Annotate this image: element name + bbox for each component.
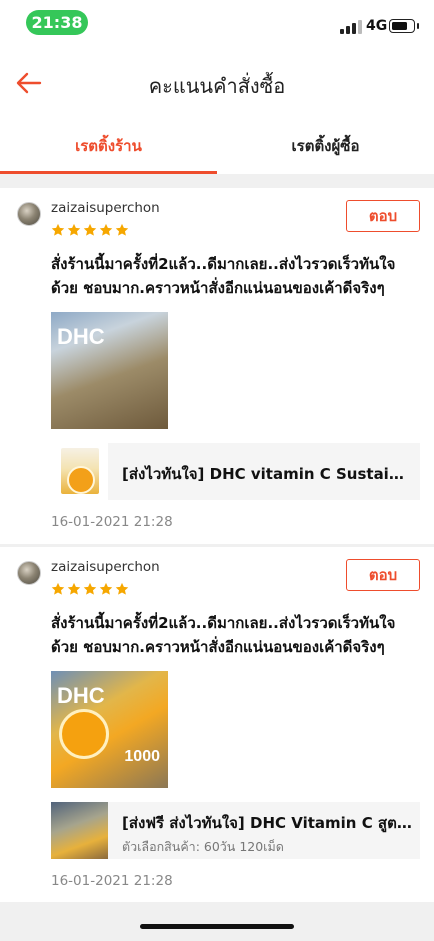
page-title: คะแนนคำสั่งซื้อ: [148, 74, 286, 98]
tab-buyer-rating-label: เรตติ้งผู้ซื้อ: [291, 137, 360, 155]
reply-button[interactable]: ตอบ: [346, 200, 420, 232]
active-tab-indicator: [0, 171, 217, 174]
star-rating: [51, 581, 131, 599]
star-icon: [99, 223, 113, 236]
review-photo-caption: DHC: [57, 324, 105, 349]
review-date: 16-01-2021 21:28: [51, 514, 173, 530]
status-bar: 21:38 4G: [0, 0, 434, 46]
product-variant: ตัวเลือกสินค้า: 60วัน 120เม็ด: [122, 839, 284, 854]
battery-icon: [389, 19, 419, 33]
reply-button[interactable]: ตอบ: [346, 559, 420, 591]
product-name: [ส่งไวทันใจ] DHC vitamin C Sustain...: [122, 465, 412, 483]
product-info: [ส่งฟรี ส่งไวทันใจ] DHC Vitamin C สูต...…: [108, 802, 420, 859]
product-link[interactable]: [ส่งไวทันใจ] DHC vitamin C Sustain...: [51, 443, 420, 500]
home-indicator: [140, 924, 294, 929]
status-time: 21:38: [26, 10, 88, 35]
tab-bar: เรตติ้งร้าน เรตติ้งผู้ซื้อ: [0, 122, 434, 174]
review-card: zaizaisuperchon ตอบ สั่งร้านนี้มาครั้งที…: [0, 188, 434, 544]
star-icon: [83, 582, 97, 595]
product-link[interactable]: [ส่งฟรี ส่งไวทันใจ] DHC Vitamin C สูต...…: [51, 802, 420, 859]
review-photo-caption: DHC: [57, 683, 105, 708]
reviewer-username: zaizaisuperchon: [51, 200, 160, 216]
review-comment: สั่งร้านนี้มาครั้งที่2แล้ว..ดีมากเลย..ส่…: [51, 614, 396, 656]
app-header: คะแนนคำสั่งซื้อ: [0, 46, 434, 122]
review-photo-number: 1000: [124, 748, 160, 765]
product-thumbnail: [51, 802, 108, 859]
review-comment: สั่งร้านนี้มาครั้งที่2แล้ว..ดีมากเลย..ส่…: [51, 255, 396, 297]
star-icon: [51, 582, 65, 595]
signal-icon: [340, 20, 362, 34]
star-icon: [67, 223, 81, 236]
star-icon: [115, 223, 129, 236]
review-date: 16-01-2021 21:28: [51, 873, 173, 889]
product-info: [ส่งไวทันใจ] DHC vitamin C Sustain...: [108, 443, 420, 500]
star-icon: [115, 582, 129, 595]
product-name: [ส่งฟรี ส่งไวทันใจ] DHC Vitamin C สูต...: [122, 814, 412, 832]
star-icon: [83, 223, 97, 236]
avatar[interactable]: [17, 202, 41, 226]
star-icon: [67, 582, 81, 595]
review-card: zaizaisuperchon ตอบ สั่งร้านนี้มาครั้งที…: [0, 547, 434, 902]
tab-shop-rating-label: เรตติ้งร้าน: [75, 137, 142, 155]
network-type: 4G: [366, 18, 388, 34]
star-rating: [51, 222, 131, 240]
review-photo[interactable]: DHC 1000: [51, 671, 168, 788]
tab-buyer-rating[interactable]: เรตติ้งผู้ซื้อ: [217, 122, 434, 174]
star-icon: [99, 582, 113, 595]
star-icon: [51, 223, 65, 236]
tab-shop-rating[interactable]: เรตติ้งร้าน: [0, 122, 217, 174]
vitamin-c-graphic: [59, 709, 109, 759]
product-thumbnail: [51, 443, 108, 500]
avatar[interactable]: [17, 561, 41, 585]
review-photo[interactable]: DHC: [51, 312, 168, 429]
reviewer-username: zaizaisuperchon: [51, 559, 160, 575]
